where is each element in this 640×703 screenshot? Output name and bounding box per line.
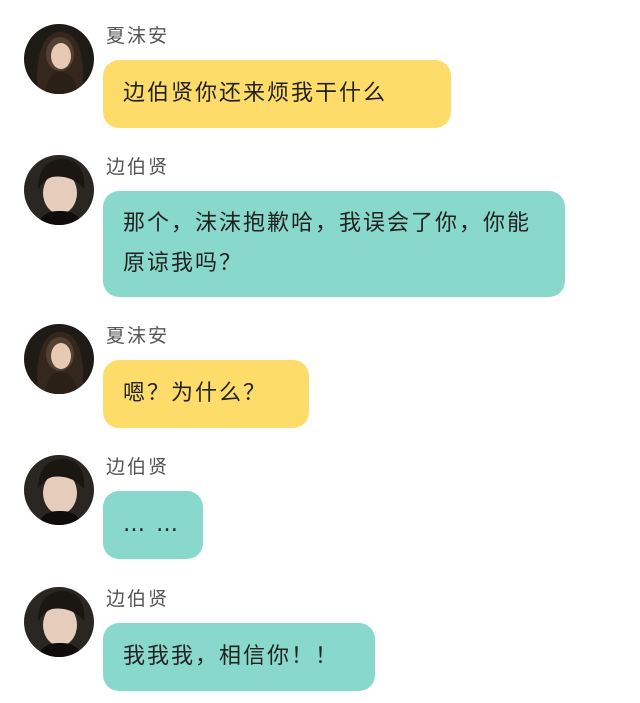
sender-name: 边伯贤 [106,156,170,178]
girl-avatar[interactable] [24,24,94,94]
message-text: 嗯？为什么？ [123,381,268,406]
message-text: … … [123,512,180,537]
message-bubble[interactable]: 那个，沫沫抱歉哈，我误会了你，你能原谅我吗？ [103,191,565,297]
boy-avatar[interactable] [24,587,94,657]
message-text: 我我我，相信你！！ [123,644,340,669]
message-bubble[interactable]: 边伯贤你还来烦我干什么 [103,60,451,128]
message-bubble[interactable]: 嗯？为什么？ [103,360,309,428]
message-text: 边伯贤你还来烦我干什么 [123,81,388,106]
sender-name: 边伯贤 [106,456,170,478]
sender-name: 边伯贤 [106,588,170,610]
boy-avatar[interactable] [24,155,94,225]
message-text: 那个，沫沫抱歉哈，我误会了你，你能原谅我吗？ [123,211,532,276]
girl-avatar[interactable] [24,324,94,394]
sender-name: 夏沫安 [106,25,170,47]
boy-avatar[interactable] [24,455,94,525]
message-bubble[interactable]: … … [103,491,203,559]
message-bubble[interactable]: 我我我，相信你！！ [103,623,375,691]
sender-name: 夏沫安 [106,325,170,347]
